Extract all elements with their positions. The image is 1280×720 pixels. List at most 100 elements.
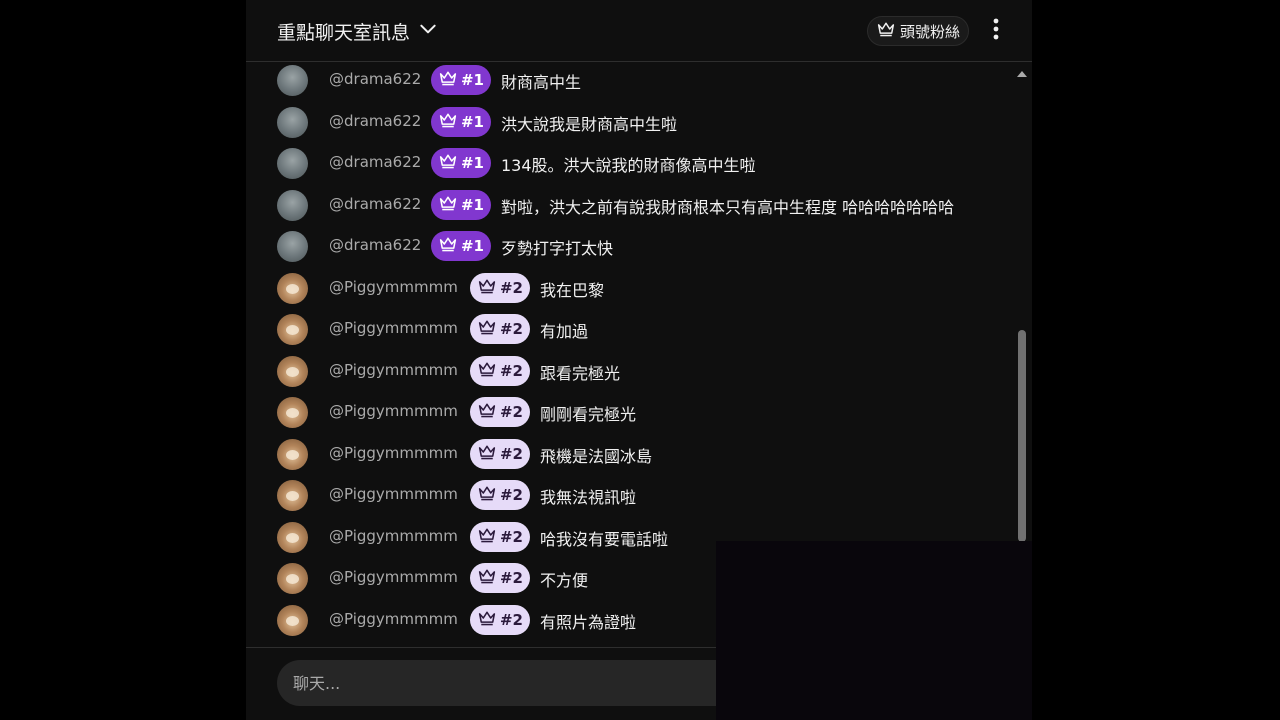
chat-message[interactable]: @drama622 #1 對啦，洪大之前有說我財商根本只有高中生程度 哈哈哈哈哈哈哈 [277,187,1017,223]
chat-message[interactable]: @Piggymmmmm #2 飛機是法國冰島 [277,436,1017,472]
crown-icon [438,194,458,216]
chat-message[interactable]: @drama622 #1 134股。洪大說我的財商像高中生啦 [277,145,1017,181]
top-fan-rank-badge: #2 [470,397,530,427]
message-text: 不方便 [540,571,589,590]
chat-message[interactable]: @drama622 #1 歹勢打字打太快 [277,228,1017,264]
rank-label: #2 [499,444,523,463]
author-name[interactable]: @Piggymmmmm [329,319,458,337]
message-text: 我無法視訊啦 [540,488,637,507]
crown-icon [477,526,497,548]
avatar[interactable] [277,480,308,511]
crown-icon [876,20,896,42]
chat-mode-dropdown[interactable]: 重點聊天室訊息 [277,16,438,46]
message-text: 對啦，洪大之前有說我財商根本只有高中生程度 哈哈哈哈哈哈哈 [501,197,955,217]
rank-label: #1 [460,237,484,255]
top-fans-label: 頭號粉絲 [899,22,960,41]
message-text: 歹勢打字打太快 [501,239,614,258]
chat-message[interactable]: @drama622 #1 財商高中生 [277,62,1017,98]
avatar[interactable] [277,355,308,387]
rank-label: #1 [460,112,484,131]
crown-icon [477,318,497,340]
chat-message[interactable]: @drama622 #1 洪大說我是財商高中生啦 [277,104,1017,140]
top-fan-rank-badge: #2 [470,355,530,386]
rank-label: #2 [499,320,523,338]
author-name[interactable]: @Piggymmmmm [329,568,458,586]
top-fan-rank-badge: #2 [470,314,530,344]
author-name[interactable]: @Piggymmmmm [329,610,458,628]
crown-icon [477,277,497,299]
avatar[interactable] [277,65,308,96]
avatar[interactable] [277,314,308,345]
top-fan-rank-badge: #1 [431,65,491,95]
crown-icon [438,235,458,257]
top-fan-rank-badge: #1 [431,148,491,178]
top-fans-chip[interactable]: 頭號粉絲 [867,16,969,46]
message-text: 哈我沒有要電話啦 [540,529,669,549]
message-text: 我在巴黎 [540,280,605,300]
author-name[interactable]: @Piggymmmmm [329,444,458,462]
message-text: 134股。洪大說我的財商像高中生啦 [501,156,756,175]
chat-message[interactable]: @Piggymmmmm #2 剛剛看完極光 [277,394,1017,430]
top-fan-rank-badge: #1 [431,106,491,137]
chat-header: 重點聊天室訊息 頭號粉絲 [246,0,1032,62]
crown-icon [477,609,497,631]
author-name[interactable]: @drama622 [329,70,421,88]
rank-label: #2 [499,610,523,629]
author-name[interactable]: @Piggymmmmm [329,278,458,296]
more-vert-icon [993,18,999,44]
top-fan-rank-badge: #1 [431,189,491,220]
rank-label: #2 [499,278,523,297]
crown-icon [438,152,458,174]
author-name[interactable]: @drama622 [329,195,421,213]
chat-message[interactable]: @Piggymmmmm #2 跟看完極光 [277,353,1017,389]
avatar[interactable] [277,397,308,428]
more-options-button[interactable] [986,16,1006,46]
avatar[interactable] [277,148,308,179]
avatar[interactable] [277,189,308,221]
top-fan-rank-badge: #2 [470,480,530,510]
avatar[interactable] [277,106,308,138]
crown-icon [477,360,497,382]
chat-title: 重點聊天室訊息 [277,21,411,44]
message-text: 剛剛看完極光 [540,405,637,424]
avatar[interactable] [277,438,308,470]
top-fan-rank-badge: #1 [431,231,491,261]
author-name[interactable]: @drama622 [329,153,421,171]
top-fan-rank-badge: #2 [470,563,530,593]
message-text: 財商高中生 [501,73,582,92]
rank-label: #1 [460,71,484,89]
chat-message[interactable]: @Piggymmmmm #2 我無法視訊啦 [277,477,1017,513]
author-name[interactable]: @drama622 [329,236,421,254]
rank-label: #1 [460,195,484,214]
author-name[interactable]: @Piggymmmmm [329,485,458,503]
crown-icon [477,443,497,465]
rank-label: #2 [499,569,523,587]
avatar[interactable] [277,563,308,594]
author-name[interactable]: @Piggymmmmm [329,361,458,379]
crown-icon [438,69,458,91]
avatar[interactable] [277,521,308,553]
author-name[interactable]: @drama622 [329,112,421,130]
chevron-down-icon [418,19,438,44]
message-text: 洪大說我是財商高中生啦 [501,114,678,134]
chat-message[interactable]: @Piggymmmmm #2 我在巴黎 [277,270,1017,306]
rank-label: #1 [460,154,484,172]
top-fan-rank-badge: #2 [470,604,530,635]
rank-label: #2 [499,527,523,546]
author-name[interactable]: @Piggymmmmm [329,527,458,545]
dark-overlay [716,541,1032,720]
avatar[interactable] [277,231,308,262]
avatar[interactable] [277,604,308,636]
message-text: 飛機是法國冰島 [540,446,653,466]
chat-message[interactable]: @Piggymmmmm #2 有加過 [277,311,1017,347]
scroll-up-arrow-icon[interactable] [1016,69,1028,79]
avatar[interactable] [277,272,308,304]
message-text: 有加過 [540,322,589,341]
author-name[interactable]: @Piggymmmmm [329,402,458,420]
message-text: 有照片為證啦 [540,612,637,632]
chat-scrollbar-thumb[interactable] [1018,330,1026,542]
rank-label: #2 [499,486,523,504]
crown-icon [477,484,497,506]
rank-label: #2 [499,403,523,421]
crown-icon [477,401,497,423]
